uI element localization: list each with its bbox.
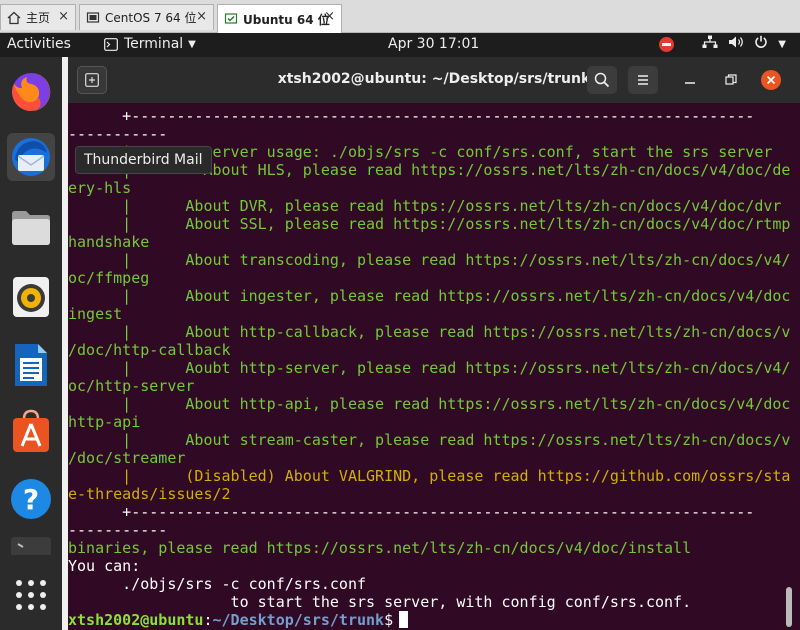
close-icon[interactable]: ×: [58, 9, 69, 24]
close-button[interactable]: [761, 70, 781, 90]
chevron-down-icon: ▼: [188, 38, 196, 50]
minimize-icon: [685, 82, 695, 84]
shopping-bag-icon: [13, 409, 49, 452]
terminal-line: | About SSL, please read https://ossrs.n…: [68, 215, 790, 233]
terminal-line: ./objs/srs -c conf/srs.conf: [68, 575, 367, 593]
terminal-output[interactable]: +---------------------------------------…: [68, 103, 790, 630]
vm-tab-label: 主页: [26, 11, 51, 25]
thunderbird-icon: [12, 138, 50, 176]
terminal-titlebar[interactable]: xtsh2002@ubuntu: ~/Desktop/srs/trunk: [68, 57, 800, 103]
terminal-line: /doc/streamer: [68, 449, 186, 467]
vm-tab-ubuntu[interactable]: Ubuntu 64 位 ×: [217, 4, 342, 33]
dock-help[interactable]: ?: [7, 475, 55, 523]
terminal-line: oc/ffmpeg: [68, 269, 150, 287]
gnome-top-bar: Activities Terminal ▼ Apr 30 17:01 ▼: [0, 33, 800, 57]
dock-tooltip: Thunderbird Mail: [75, 146, 212, 174]
terminal-line: oc/http-server: [68, 377, 195, 395]
search-button[interactable]: [587, 66, 617, 94]
firefox-icon: [12, 72, 51, 111]
text-cursor: [399, 611, 409, 628]
terminal-icon: [104, 37, 118, 51]
terminal-line: | Aoubt http-server, please read https:/…: [68, 359, 790, 377]
grid-icon: [16, 580, 46, 610]
terminal-line: +---------------------------------------…: [68, 503, 755, 521]
vm-tab-home[interactable]: 主页 ×: [0, 4, 76, 30]
chevron-down-icon: ▼: [778, 38, 786, 50]
terminal-line: | About http-callback, please read https…: [68, 323, 790, 341]
prompt-symbol: $: [384, 611, 394, 629]
show-applications-button[interactable]: [7, 571, 55, 619]
dock-software[interactable]: [7, 407, 55, 455]
prompt-separator: :: [203, 611, 213, 629]
terminal-icon: [11, 537, 51, 555]
minimize-button[interactable]: [683, 73, 697, 87]
terminal-line: | About transcoding, please read https:/…: [68, 251, 790, 269]
app-menu-label: Terminal: [124, 36, 184, 52]
svg-text:?: ?: [23, 483, 39, 516]
terminal-line: http-api: [68, 413, 141, 431]
folder-icon: [12, 211, 50, 245]
terminal-line: ingest: [68, 305, 123, 323]
dock-files[interactable]: [7, 204, 55, 252]
dock: ?: [0, 57, 62, 630]
terminal-line: ery-hls: [68, 179, 132, 197]
terminal-window: xtsh2002@ubuntu: ~/Desktop/srs/trunk +--…: [68, 57, 800, 630]
terminal-line: +---------------------------------------…: [68, 107, 755, 125]
hamburger-icon: [638, 75, 648, 85]
shell-prompt: xtsh2002@ubuntu:~/Desktop/srs/trunk$: [68, 611, 790, 629]
volume-icon: [728, 35, 744, 53]
terminal-line: /doc/http-callback: [68, 341, 231, 359]
vm-icon: [86, 11, 100, 25]
close-icon[interactable]: ×: [324, 9, 335, 24]
terminal-scrollbar[interactable]: [786, 587, 792, 627]
maximize-button[interactable]: [724, 73, 738, 87]
prompt-user: xtsh2002@ubuntu: [68, 611, 204, 629]
restore-icon: [725, 74, 737, 85]
terminal-line: You can:: [68, 557, 141, 575]
dock-rhythmbox[interactable]: [7, 273, 55, 321]
close-icon[interactable]: ×: [196, 9, 207, 24]
help-icon: ?: [11, 479, 51, 519]
network-icon: [702, 35, 718, 53]
prompt-path: ~/Desktop/srs/trunk: [212, 611, 385, 629]
dock-firefox[interactable]: [7, 68, 55, 116]
terminal-line: handshake: [68, 233, 150, 251]
system-tray[interactable]: ▼: [659, 35, 786, 53]
speaker-icon: [13, 277, 49, 317]
search-icon: [594, 72, 610, 88]
terminal-line: | About DVR, please read https://ossrs.n…: [68, 197, 782, 215]
vm-tab-label: CentOS 7 64 位: [105, 11, 197, 25]
terminal-line: to start the srs server, with config con…: [68, 593, 692, 611]
power-icon: [754, 35, 768, 53]
vm-icon: [224, 12, 238, 26]
terminal-line: -----------: [68, 521, 168, 539]
clock[interactable]: Apr 30 17:01: [388, 36, 479, 52]
terminal-line: e-threads/issues/2: [68, 485, 231, 503]
terminal-line: | About ingester, please read https://os…: [68, 287, 790, 305]
terminal-line: -----------: [68, 125, 168, 143]
activities-button[interactable]: Activities: [7, 36, 71, 52]
hamburger-menu-button[interactable]: [628, 66, 658, 94]
app-menu[interactable]: Terminal ▼: [104, 36, 196, 52]
vm-tab-centos[interactable]: CentOS 7 64 位 ×: [79, 4, 214, 30]
dock-terminal[interactable]: [7, 535, 55, 555]
dock-thunderbird[interactable]: [7, 133, 55, 181]
close-icon: [766, 75, 776, 85]
terminal-line: | About stream-caster, please read https…: [68, 431, 790, 449]
terminal-line: binaries, please read https://ossrs.net/…: [68, 539, 692, 557]
do-not-disturb-icon[interactable]: [659, 36, 675, 52]
terminal-line: | (Disabled) About VALGRIND, please read…: [68, 467, 790, 485]
terminal-line: | About http-api, please read https://os…: [68, 395, 790, 413]
vm-tab-label: Ubuntu 64 位: [243, 12, 330, 27]
dock-writer[interactable]: [7, 341, 55, 389]
vm-tab-strip: 主页 × CentOS 7 64 位 × Ubuntu 64 位 ×: [0, 0, 800, 33]
document-icon: [15, 344, 47, 386]
home-icon: [7, 11, 21, 25]
